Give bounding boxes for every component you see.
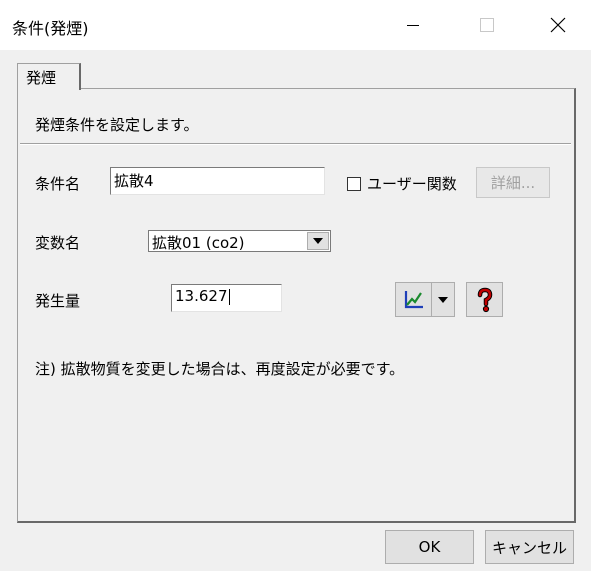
variable-name-label: 変数名 (35, 234, 81, 252)
condition-name-input[interactable]: 拡散4 (110, 167, 325, 195)
detail-button-label: 詳細... (490, 174, 536, 192)
ok-button-label: OK (418, 538, 441, 556)
maximize-icon (480, 18, 494, 32)
minimize-button[interactable] (388, 0, 438, 50)
variable-name-selected: 拡散01 (co2) (152, 234, 245, 252)
separator (20, 143, 571, 145)
help-button[interactable] (466, 282, 503, 317)
text-caret (228, 288, 230, 305)
line-chart-icon (404, 290, 423, 308)
graph-dropdown-button[interactable] (431, 282, 455, 317)
condition-name-label: 条件名 (35, 175, 81, 193)
cancel-button-label: キャンセル (491, 538, 567, 557)
detail-button[interactable]: 詳細... (476, 167, 550, 198)
tab-panel: 発煙条件を設定します。 条件名 拡散4 ユーザー関数 詳細... 変数名 拡散0… (17, 88, 576, 523)
chevron-down-icon[interactable] (307, 232, 329, 250)
tab-smoke-label: 発煙 (26, 69, 57, 87)
ok-button[interactable]: OK (385, 530, 474, 564)
title-bar: 条件(発煙) (0, 0, 591, 50)
window-title: 条件(発煙) (12, 19, 89, 38)
user-function-checkbox[interactable] (347, 177, 361, 191)
note-text: 注) 拡散物質を変更した場合は、再度設定が必要です。 (35, 360, 405, 378)
cancel-button[interactable]: キャンセル (485, 530, 574, 564)
generation-input[interactable]: 13.627 (171, 284, 282, 312)
close-icon (550, 17, 566, 33)
condition-name-value: 拡散4 (114, 172, 154, 190)
maximize-button (462, 0, 512, 50)
generation-label: 発生量 (35, 292, 81, 310)
graph-button[interactable] (395, 282, 432, 317)
variable-name-select[interactable]: 拡散01 (co2) (148, 230, 331, 252)
close-button[interactable] (533, 0, 583, 50)
user-function-label: ユーザー関数 (367, 175, 457, 193)
question-mark-icon (477, 287, 492, 312)
generation-value: 13.627 (175, 287, 228, 305)
description-text: 発煙条件を設定します。 (35, 116, 199, 134)
tab-smoke[interactable]: 発煙 (17, 63, 81, 90)
minimize-icon (407, 24, 419, 26)
chevron-down-icon (438, 296, 448, 303)
